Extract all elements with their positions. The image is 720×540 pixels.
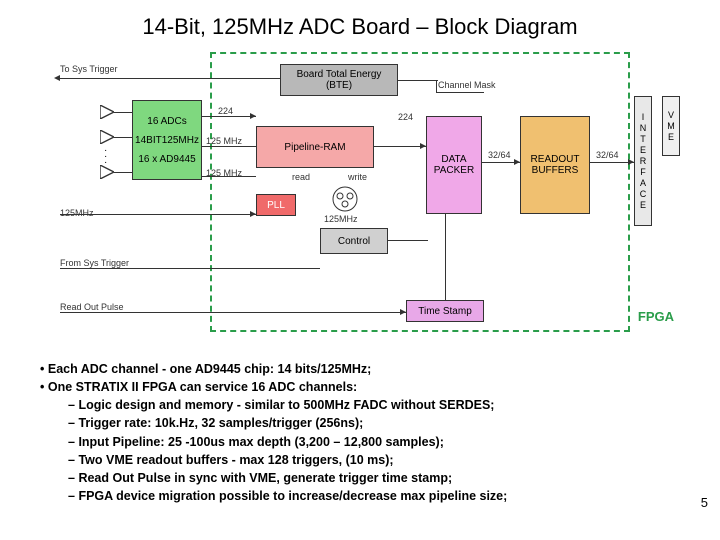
subbullet-item: Read Out Pulse in sync with VME, generat… (68, 469, 680, 487)
page-title: 14-Bit, 125MHz ADC Board – Block Diagram (0, 0, 720, 40)
pll-label: PLL (267, 200, 285, 211)
bus32b-label: 32/64 (596, 150, 619, 160)
adc-block: 16 ADCs 14BIT125MHz 16 x AD9445 (132, 100, 202, 180)
dp-line1: DATA (441, 154, 466, 165)
pll-block: PLL (256, 194, 296, 216)
to-sys-trigger-label: To Sys Trigger (60, 64, 118, 74)
read-label: read (292, 172, 310, 182)
control-label: Control (338, 236, 370, 247)
pipeline-label: Pipeline-RAM (284, 142, 345, 153)
timestamp-label: Time Stamp (418, 306, 472, 317)
fpga-label: FPGA (638, 309, 674, 324)
input-triangle (100, 105, 114, 119)
datapacker-block: DATA PACKER (426, 116, 482, 214)
subbullet-item: Trigger rate: 10k.Hz, 32 samples/trigger… (68, 414, 680, 432)
subbullet-item: Logic design and memory - similar to 500… (68, 396, 680, 414)
page-number: 5 (701, 495, 708, 510)
dp-line2: PACKER (434, 165, 474, 176)
from-sys-label: From Sys Trigger (60, 258, 129, 268)
input-triangle (100, 165, 114, 179)
subbullet-item: FPGA device migration possible to increa… (68, 487, 680, 505)
readout-block: READOUT BUFFERS (520, 116, 590, 214)
readout-pulse-label: Read Out Pulse (60, 302, 124, 312)
timestamp-block: Time Stamp (406, 300, 484, 322)
adc-line3: 16 x AD9445 (138, 154, 195, 165)
clk125in-label: 125MHz (60, 208, 94, 218)
clk125c-label: 125MHz (324, 214, 358, 224)
interface-label: INTERFACE (638, 112, 648, 211)
clk125a-label: 125 MHz (206, 136, 242, 146)
vme-block: VME (662, 96, 680, 156)
bus224a-label: 224 (218, 106, 233, 116)
interface-block: INTERFACE (634, 96, 652, 226)
channel-mask-label: Channel Mask (438, 80, 496, 90)
adc-line2: 14BIT125MHz (135, 135, 199, 146)
adc-line1: 16 ADCs (147, 116, 186, 127)
bus224b-label: 224 (398, 112, 413, 122)
mux-node (330, 184, 360, 214)
subbullet-item: Input Pipeline: 25 -100us max depth (3,2… (68, 433, 680, 451)
input-triangle (100, 130, 114, 144)
pipeline-block: Pipeline-RAM (256, 126, 374, 168)
control-block: Control (320, 228, 388, 254)
write-label: write (348, 172, 367, 182)
bullet-item: Each ADC channel - one AD9445 chip: 14 b… (40, 360, 680, 378)
bus32a-label: 32/64 (488, 150, 511, 160)
bte-line2: (BTE) (326, 80, 352, 91)
bullet-item: One STRATIX II FPGA can service 16 ADC c… (40, 378, 680, 396)
rb-line1: READOUT (531, 154, 580, 165)
bte-block: Board Total Energy (BTE) (280, 64, 398, 96)
rb-line2: BUFFERS (532, 165, 579, 176)
bte-line1: Board Total Energy (297, 69, 382, 80)
input-dots: ··· (104, 148, 107, 166)
block-diagram: FPGA 16 ADCs 14BIT125MHz 16 x AD9445 ···… (40, 50, 680, 340)
vme-label: VME (666, 110, 676, 143)
subbullet-item: Two VME readout buffers - max 128 trigge… (68, 451, 680, 469)
notes-list: Each ADC channel - one AD9445 chip: 14 b… (40, 360, 680, 505)
